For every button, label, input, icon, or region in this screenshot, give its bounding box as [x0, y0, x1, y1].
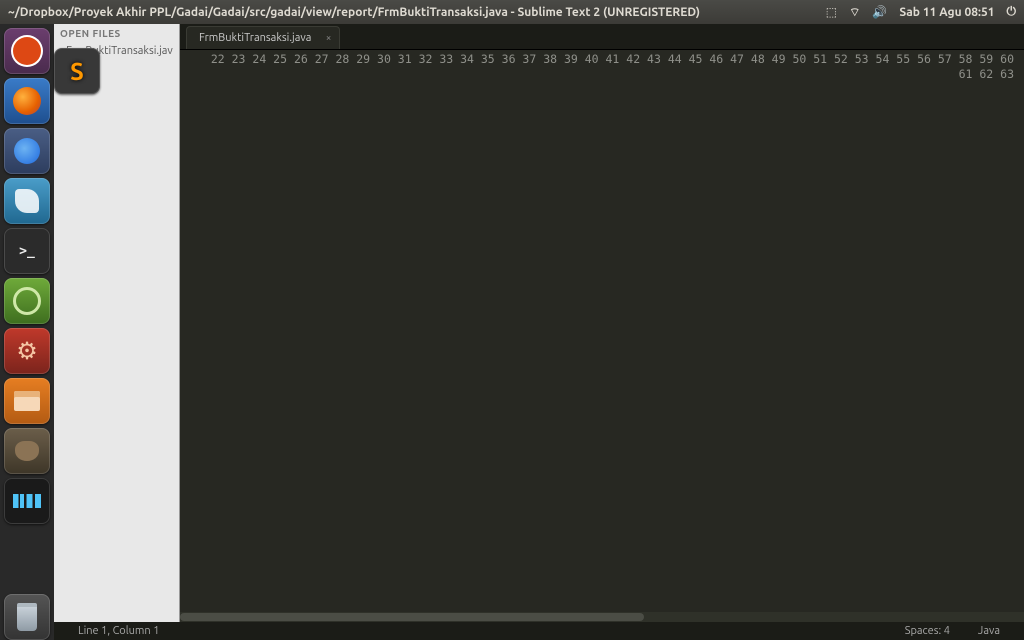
tab-bar: FrmBuktiTransaksi.java × [180, 24, 1024, 50]
firefox-icon[interactable] [4, 78, 50, 124]
cursor-position[interactable]: Line 1, Column 1 [64, 625, 173, 637]
sidebar: OPEN FILES × FrmBuktiTransaksi.jav [54, 24, 180, 622]
ubuntu-top-panel: ~/Dropbox/Proyek Akhir PPL/Gadai/Gadai/s… [0, 0, 1024, 24]
gimp-icon[interactable] [4, 428, 50, 474]
tab-close-icon[interactable]: × [326, 32, 332, 43]
volume-icon[interactable]: 🔊 [872, 5, 887, 19]
sublime-window: OPEN FILES × FrmBuktiTransaksi.jav FrmBu… [54, 24, 1024, 640]
thunderbird-icon[interactable] [4, 128, 50, 174]
dropbox-icon[interactable]: ⬚ [826, 5, 837, 19]
scrollbar-thumb[interactable] [180, 613, 644, 621]
power-icon[interactable]: ⏻ [1007, 5, 1017, 19]
window-title: ~/Dropbox/Proyek Akhir PPL/Gadai/Gadai/s… [8, 6, 826, 19]
horizontal-scrollbar[interactable] [180, 612, 1024, 622]
app2-icon[interactable] [4, 278, 50, 324]
wifi-icon[interactable]: ⌔ [849, 5, 860, 20]
line-gutter: 22 23 24 25 26 27 28 29 30 31 32 33 34 3… [180, 50, 1024, 622]
system-monitor-icon[interactable] [4, 478, 50, 524]
sublime-icon[interactable] [54, 48, 100, 94]
tab-label: FrmBuktiTransaksi.java [199, 32, 311, 44]
indicator-area: ⬚ ⌔ 🔊 Sab 11 Agu 08:51 ⏻ [826, 5, 1016, 20]
editor-tab[interactable]: FrmBuktiTransaksi.java × [186, 26, 340, 49]
syntax-setting[interactable]: Java [964, 625, 1014, 637]
status-bar: Line 1, Column 1 Spaces: 4 Java [54, 622, 1024, 640]
trash-icon[interactable] [4, 594, 50, 640]
code-editor[interactable]: 22 23 24 25 26 27 28 29 30 31 32 33 34 3… [180, 50, 1024, 622]
terminal-icon[interactable] [4, 228, 50, 274]
settings-icon[interactable] [4, 328, 50, 374]
app-icon[interactable] [4, 178, 50, 224]
dash-icon[interactable] [4, 28, 50, 74]
files-icon[interactable] [4, 378, 50, 424]
clock[interactable]: Sab 11 Agu 08:51 [899, 6, 994, 19]
open-files-header: OPEN FILES [54, 24, 179, 43]
unity-launcher [0, 24, 54, 640]
editor-area: FrmBuktiTransaksi.java × 22 23 24 25 26 … [180, 24, 1024, 622]
indent-setting[interactable]: Spaces: 4 [891, 625, 964, 637]
